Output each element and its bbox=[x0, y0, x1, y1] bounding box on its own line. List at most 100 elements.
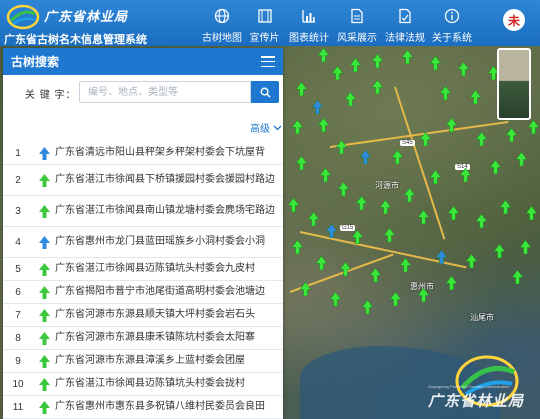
tree-marker-icon[interactable] bbox=[292, 120, 303, 134]
user-avatar[interactable]: 未 bbox=[503, 9, 525, 31]
result-index: 11 bbox=[12, 401, 24, 413]
tree-marker-icon[interactable] bbox=[318, 118, 329, 132]
tree-search-panel: 古树搜索 关 键 字： 高级 1 广东省清远市阳山县秤架乡秤架村委会下坑屋背 2 广东… bbox=[3, 48, 283, 419]
tree-marker-icon[interactable] bbox=[458, 62, 469, 76]
document-icon bbox=[351, 8, 363, 24]
tree-marker-icon[interactable] bbox=[430, 170, 441, 184]
result-index: 3 bbox=[15, 205, 21, 217]
tree-marker-icon[interactable] bbox=[520, 240, 531, 254]
tree-marker-icon[interactable] bbox=[350, 58, 361, 72]
result-row[interactable]: 9 广东省河源市东源县漳溪乡上蓝村委会团屋 bbox=[3, 350, 283, 373]
result-location: 广东省河源市东源县康禾镇陈坑村委会太阳寨 bbox=[55, 332, 255, 343]
tree-marker-icon[interactable] bbox=[476, 214, 487, 228]
tree-marker-icon[interactable] bbox=[332, 66, 343, 80]
tree-marker-icon[interactable] bbox=[506, 128, 517, 142]
tree-marker-icon[interactable] bbox=[330, 292, 341, 306]
tree-marker-icon[interactable] bbox=[418, 288, 429, 302]
result-row[interactable]: 4 广东省惠州市龙门县蓝田瑶族乡小洞村委会小洞 bbox=[3, 227, 283, 258]
tree-marker-icon[interactable] bbox=[390, 292, 401, 306]
tree-marker-icon[interactable] bbox=[340, 262, 351, 276]
tree-marker-icon[interactable] bbox=[460, 168, 471, 182]
tree-icon bbox=[33, 285, 55, 299]
tree-marker-icon[interactable] bbox=[380, 200, 391, 214]
result-row[interactable]: 8 广东省河源市东源县康禾镇陈坑村委会太阳寨 bbox=[3, 327, 283, 350]
tree-icon bbox=[33, 235, 55, 249]
tree-marker-icon[interactable] bbox=[362, 300, 373, 314]
nav-about[interactable]: 关于系统 bbox=[429, 0, 475, 46]
tree-marker-icon[interactable] bbox=[372, 54, 383, 68]
tree-marker-icon[interactable] bbox=[448, 206, 459, 220]
tree-marker-icon[interactable] bbox=[476, 132, 487, 146]
tree-marker-icon[interactable] bbox=[372, 80, 383, 94]
result-row[interactable]: 10 广东省湛江市徐闻县迈陈镇坑头村委会拢村 bbox=[3, 373, 283, 396]
tree-marker-icon[interactable] bbox=[404, 188, 415, 202]
tree-marker-icon[interactable] bbox=[338, 182, 349, 196]
keyword-input[interactable] bbox=[79, 81, 251, 103]
tree-marker-icon[interactable] bbox=[420, 132, 431, 146]
tree-marker-icon[interactable] bbox=[370, 268, 381, 282]
tree-marker-icon[interactable] bbox=[402, 50, 413, 64]
tree-marker-icon[interactable] bbox=[490, 160, 501, 174]
tree-marker-icon[interactable] bbox=[360, 150, 371, 164]
tree-marker-icon[interactable] bbox=[470, 90, 481, 104]
tree-marker-icon[interactable] bbox=[312, 100, 323, 114]
nav-law[interactable]: 法律法规 bbox=[381, 0, 429, 46]
result-row[interactable]: 5 广东省湛江市徐闻县迈陈镇坑头村委会九皮村 bbox=[3, 258, 283, 281]
result-location: 广东省湛江市徐闻县迈陈镇坑头村委会九皮村 bbox=[55, 263, 255, 274]
tree-marker-icon[interactable] bbox=[436, 250, 447, 264]
nav-label: 古树地图 bbox=[202, 33, 242, 44]
nav-showcase[interactable]: 风采展示 bbox=[333, 0, 381, 46]
minimap[interactable] bbox=[497, 48, 531, 120]
forestry-logo-icon bbox=[6, 4, 40, 30]
tree-marker-icon[interactable] bbox=[392, 150, 403, 164]
tree-marker-icon[interactable] bbox=[400, 258, 411, 272]
nav-map[interactable]: 古树地图 bbox=[200, 0, 244, 46]
panel-title: 古树搜索 bbox=[11, 55, 60, 69]
map-place-label: 汕尾市 bbox=[470, 313, 494, 322]
tree-marker-icon[interactable] bbox=[320, 168, 331, 182]
tree-marker-icon[interactable] bbox=[316, 256, 327, 270]
tree-marker-icon[interactable] bbox=[292, 240, 303, 254]
tree-marker-icon[interactable] bbox=[500, 200, 511, 214]
tree-marker-icon[interactable] bbox=[336, 140, 347, 154]
result-row[interactable]: 1 广东省清远市阳山县秤架乡秤架村委会下坑屋背 bbox=[3, 142, 283, 165]
menu-icon[interactable] bbox=[261, 56, 275, 67]
result-location: 广东省湛江市徐闻县迈陈镇坑头村委会拢村 bbox=[55, 378, 245, 389]
tree-marker-icon[interactable] bbox=[300, 282, 311, 296]
result-row[interactable]: 2 广东省湛江市徐闻县下桥镇援园村委会援园村路边 bbox=[3, 165, 283, 196]
tree-marker-icon[interactable] bbox=[494, 244, 505, 258]
tree-icon bbox=[33, 377, 55, 391]
result-index: 1 bbox=[15, 147, 21, 159]
tree-marker-icon[interactable] bbox=[466, 254, 477, 268]
tree-marker-icon[interactable] bbox=[308, 212, 319, 226]
tree-marker-icon[interactable] bbox=[446, 276, 457, 290]
nav-stats[interactable]: 图表统计 bbox=[285, 0, 333, 46]
tree-marker-icon[interactable] bbox=[345, 92, 356, 106]
result-row[interactable]: 11 广东省惠州市惠东县多祝镇八维村民委员会良田 bbox=[3, 396, 283, 419]
tree-marker-icon[interactable] bbox=[296, 156, 307, 170]
tree-marker-icon[interactable] bbox=[528, 120, 539, 134]
tree-marker-icon[interactable] bbox=[384, 228, 395, 242]
tree-marker-icon[interactable] bbox=[418, 210, 429, 224]
tree-marker-icon[interactable] bbox=[516, 152, 527, 166]
tree-marker-icon[interactable] bbox=[440, 86, 451, 100]
tree-marker-icon[interactable] bbox=[430, 56, 441, 70]
tree-marker-icon[interactable] bbox=[288, 198, 299, 212]
result-row[interactable]: 3 广东省湛江市徐闻县南山镇龙塘村委会麂场宅路边 bbox=[3, 196, 283, 227]
result-row[interactable]: 7 广东省河源市东源县顺天镇大坪村委会岩石头 bbox=[3, 304, 283, 327]
tree-marker-icon[interactable] bbox=[326, 224, 337, 238]
result-row[interactable]: 6 广东省揭阳市普宁市池尾街道高明村委会池塘边 bbox=[3, 281, 283, 304]
keyword-label: 关 键 字： bbox=[25, 90, 77, 101]
tree-marker-icon[interactable] bbox=[526, 206, 537, 220]
search-button[interactable] bbox=[251, 81, 279, 103]
tree-marker-icon[interactable] bbox=[356, 196, 367, 210]
tree-marker-icon[interactable] bbox=[512, 270, 523, 284]
tree-marker-icon[interactable] bbox=[446, 118, 457, 132]
globe-icon bbox=[214, 8, 230, 24]
tree-marker-icon[interactable] bbox=[318, 48, 329, 62]
tree-marker-icon[interactable] bbox=[352, 230, 363, 244]
tree-marker-icon[interactable] bbox=[296, 82, 307, 96]
tree-icon bbox=[33, 331, 55, 345]
nav-video[interactable]: 宣传片 bbox=[244, 0, 285, 46]
advanced-search-link[interactable]: 高级 bbox=[250, 120, 282, 135]
